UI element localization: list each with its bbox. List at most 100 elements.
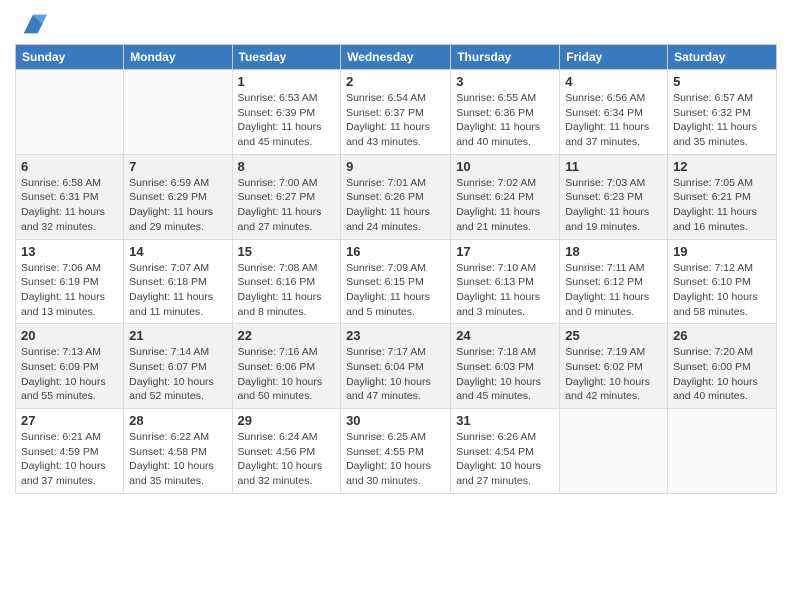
calendar-week-row: 1 Sunrise: 6:53 AM Sunset: 6:39 PM Daylig… bbox=[16, 70, 777, 155]
calendar-cell bbox=[124, 70, 232, 155]
calendar-cell: 14 Sunrise: 7:07 AM Sunset: 6:18 PM Dayli… bbox=[124, 239, 232, 324]
weekday-header: Wednesday bbox=[341, 45, 451, 70]
day-info: Sunrise: 7:14 AM Sunset: 6:07 PM Dayligh… bbox=[129, 345, 226, 404]
day-info: Sunrise: 7:19 AM Sunset: 6:02 PM Dayligh… bbox=[565, 345, 662, 404]
day-number: 30 bbox=[346, 413, 445, 428]
calendar-cell: 6 Sunrise: 6:58 AM Sunset: 6:31 PM Daylig… bbox=[16, 154, 124, 239]
calendar-week-row: 6 Sunrise: 6:58 AM Sunset: 6:31 PM Daylig… bbox=[16, 154, 777, 239]
day-number: 15 bbox=[238, 244, 336, 259]
calendar-week-row: 13 Sunrise: 7:06 AM Sunset: 6:19 PM Dayli… bbox=[16, 239, 777, 324]
day-number: 1 bbox=[238, 74, 336, 89]
day-info: Sunrise: 7:02 AM Sunset: 6:24 PM Dayligh… bbox=[456, 176, 554, 235]
calendar-cell: 27 Sunrise: 6:21 AM Sunset: 4:59 PM Dayli… bbox=[16, 409, 124, 494]
day-info: Sunrise: 7:07 AM Sunset: 6:18 PM Dayligh… bbox=[129, 261, 226, 320]
day-info: Sunrise: 7:12 AM Sunset: 6:10 PM Dayligh… bbox=[673, 261, 771, 320]
weekday-header: Friday bbox=[560, 45, 668, 70]
day-info: Sunrise: 6:53 AM Sunset: 6:39 PM Dayligh… bbox=[238, 91, 336, 150]
day-info: Sunrise: 7:03 AM Sunset: 6:23 PM Dayligh… bbox=[565, 176, 662, 235]
day-info: Sunrise: 7:17 AM Sunset: 6:04 PM Dayligh… bbox=[346, 345, 445, 404]
day-number: 23 bbox=[346, 328, 445, 343]
logo-icon bbox=[19, 10, 47, 38]
weekday-header: Tuesday bbox=[232, 45, 341, 70]
day-number: 31 bbox=[456, 413, 554, 428]
main-container: SundayMondayTuesdayWednesdayThursdayFrid… bbox=[0, 0, 792, 504]
calendar-cell bbox=[668, 409, 777, 494]
day-number: 13 bbox=[21, 244, 118, 259]
calendar-cell: 9 Sunrise: 7:01 AM Sunset: 6:26 PM Daylig… bbox=[341, 154, 451, 239]
day-info: Sunrise: 6:59 AM Sunset: 6:29 PM Dayligh… bbox=[129, 176, 226, 235]
day-number: 9 bbox=[346, 159, 445, 174]
day-info: Sunrise: 7:16 AM Sunset: 6:06 PM Dayligh… bbox=[238, 345, 336, 404]
weekday-header: Monday bbox=[124, 45, 232, 70]
weekday-header: Thursday bbox=[451, 45, 560, 70]
calendar-cell: 11Sunrise: 7:03 AM Sunset: 6:23 PM Dayli… bbox=[560, 154, 668, 239]
day-info: Sunrise: 6:26 AM Sunset: 4:54 PM Dayligh… bbox=[456, 430, 554, 489]
day-number: 28 bbox=[129, 413, 226, 428]
day-info: Sunrise: 6:57 AM Sunset: 6:32 PM Dayligh… bbox=[673, 91, 771, 150]
day-info: Sunrise: 6:21 AM Sunset: 4:59 PM Dayligh… bbox=[21, 430, 118, 489]
calendar-cell: 20 Sunrise: 7:13 AM Sunset: 6:09 PM Dayli… bbox=[16, 324, 124, 409]
day-info: Sunrise: 6:25 AM Sunset: 4:55 PM Dayligh… bbox=[346, 430, 445, 489]
logo bbox=[15, 14, 47, 38]
day-info: Sunrise: 7:08 AM Sunset: 6:16 PM Dayligh… bbox=[238, 261, 336, 320]
calendar-cell: 18Sunrise: 7:11 AM Sunset: 6:12 PM Dayli… bbox=[560, 239, 668, 324]
calendar-cell bbox=[16, 70, 124, 155]
day-info: Sunrise: 7:09 AM Sunset: 6:15 PM Dayligh… bbox=[346, 261, 445, 320]
calendar-cell bbox=[560, 409, 668, 494]
calendar-cell: 2 Sunrise: 6:54 AM Sunset: 6:37 PM Daylig… bbox=[341, 70, 451, 155]
calendar-cell: 21Sunrise: 7:14 AM Sunset: 6:07 PM Dayli… bbox=[124, 324, 232, 409]
calendar-cell: 3Sunrise: 6:55 AM Sunset: 6:36 PM Daylig… bbox=[451, 70, 560, 155]
day-number: 2 bbox=[346, 74, 445, 89]
day-number: 3 bbox=[456, 74, 554, 89]
calendar-cell: 25 Sunrise: 7:19 AM Sunset: 6:02 PM Dayli… bbox=[560, 324, 668, 409]
calendar-cell: 31 Sunrise: 6:26 AM Sunset: 4:54 PM Dayli… bbox=[451, 409, 560, 494]
day-number: 5 bbox=[673, 74, 771, 89]
calendar-cell: 12Sunrise: 7:05 AM Sunset: 6:21 PM Dayli… bbox=[668, 154, 777, 239]
day-info: Sunrise: 7:11 AM Sunset: 6:12 PM Dayligh… bbox=[565, 261, 662, 320]
calendar-cell: 10 Sunrise: 7:02 AM Sunset: 6:24 PM Dayli… bbox=[451, 154, 560, 239]
day-info: Sunrise: 7:13 AM Sunset: 6:09 PM Dayligh… bbox=[21, 345, 118, 404]
day-number: 17 bbox=[456, 244, 554, 259]
day-number: 29 bbox=[238, 413, 336, 428]
day-number: 8 bbox=[238, 159, 336, 174]
calendar-cell: 5 Sunrise: 6:57 AM Sunset: 6:32 PM Daylig… bbox=[668, 70, 777, 155]
calendar-cell: 26Sunrise: 7:20 AM Sunset: 6:00 PM Dayli… bbox=[668, 324, 777, 409]
day-info: Sunrise: 6:54 AM Sunset: 6:37 PM Dayligh… bbox=[346, 91, 445, 150]
day-number: 25 bbox=[565, 328, 662, 343]
day-number: 16 bbox=[346, 244, 445, 259]
day-number: 7 bbox=[129, 159, 226, 174]
calendar-week-row: 27 Sunrise: 6:21 AM Sunset: 4:59 PM Dayli… bbox=[16, 409, 777, 494]
day-info: Sunrise: 7:18 AM Sunset: 6:03 PM Dayligh… bbox=[456, 345, 554, 404]
weekday-header-row: SundayMondayTuesdayWednesdayThursdayFrid… bbox=[16, 45, 777, 70]
calendar-cell: 13 Sunrise: 7:06 AM Sunset: 6:19 PM Dayli… bbox=[16, 239, 124, 324]
day-number: 14 bbox=[129, 244, 226, 259]
day-number: 12 bbox=[673, 159, 771, 174]
calendar-cell: 29 Sunrise: 6:24 AM Sunset: 4:56 PM Dayli… bbox=[232, 409, 341, 494]
day-info: Sunrise: 6:24 AM Sunset: 4:56 PM Dayligh… bbox=[238, 430, 336, 489]
calendar-cell: 17 Sunrise: 7:10 AM Sunset: 6:13 PM Dayli… bbox=[451, 239, 560, 324]
day-number: 27 bbox=[21, 413, 118, 428]
calendar-cell: 24 Sunrise: 7:18 AM Sunset: 6:03 PM Dayli… bbox=[451, 324, 560, 409]
calendar-cell: 7 Sunrise: 6:59 AM Sunset: 6:29 PM Daylig… bbox=[124, 154, 232, 239]
day-info: Sunrise: 7:10 AM Sunset: 6:13 PM Dayligh… bbox=[456, 261, 554, 320]
day-number: 6 bbox=[21, 159, 118, 174]
weekday-header: Saturday bbox=[668, 45, 777, 70]
day-number: 22 bbox=[238, 328, 336, 343]
calendar-cell: 4Sunrise: 6:56 AM Sunset: 6:34 PM Daylig… bbox=[560, 70, 668, 155]
day-number: 10 bbox=[456, 159, 554, 174]
calendar-cell: 8Sunrise: 7:00 AM Sunset: 6:27 PM Daylig… bbox=[232, 154, 341, 239]
day-number: 20 bbox=[21, 328, 118, 343]
day-info: Sunrise: 7:06 AM Sunset: 6:19 PM Dayligh… bbox=[21, 261, 118, 320]
calendar-cell: 15 Sunrise: 7:08 AM Sunset: 6:16 PM Dayli… bbox=[232, 239, 341, 324]
calendar-cell: 16 Sunrise: 7:09 AM Sunset: 6:15 PM Dayli… bbox=[341, 239, 451, 324]
day-number: 24 bbox=[456, 328, 554, 343]
calendar-cell: 30 Sunrise: 6:25 AM Sunset: 4:55 PM Dayli… bbox=[341, 409, 451, 494]
calendar-cell: 1 Sunrise: 6:53 AM Sunset: 6:39 PM Daylig… bbox=[232, 70, 341, 155]
day-number: 19 bbox=[673, 244, 771, 259]
day-info: Sunrise: 7:01 AM Sunset: 6:26 PM Dayligh… bbox=[346, 176, 445, 235]
day-info: Sunrise: 7:20 AM Sunset: 6:00 PM Dayligh… bbox=[673, 345, 771, 404]
day-info: Sunrise: 6:58 AM Sunset: 6:31 PM Dayligh… bbox=[21, 176, 118, 235]
calendar-cell: 22 Sunrise: 7:16 AM Sunset: 6:06 PM Dayli… bbox=[232, 324, 341, 409]
calendar-cell: 19 Sunrise: 7:12 AM Sunset: 6:10 PM Dayli… bbox=[668, 239, 777, 324]
calendar-table: SundayMondayTuesdayWednesdayThursdayFrid… bbox=[15, 44, 777, 494]
